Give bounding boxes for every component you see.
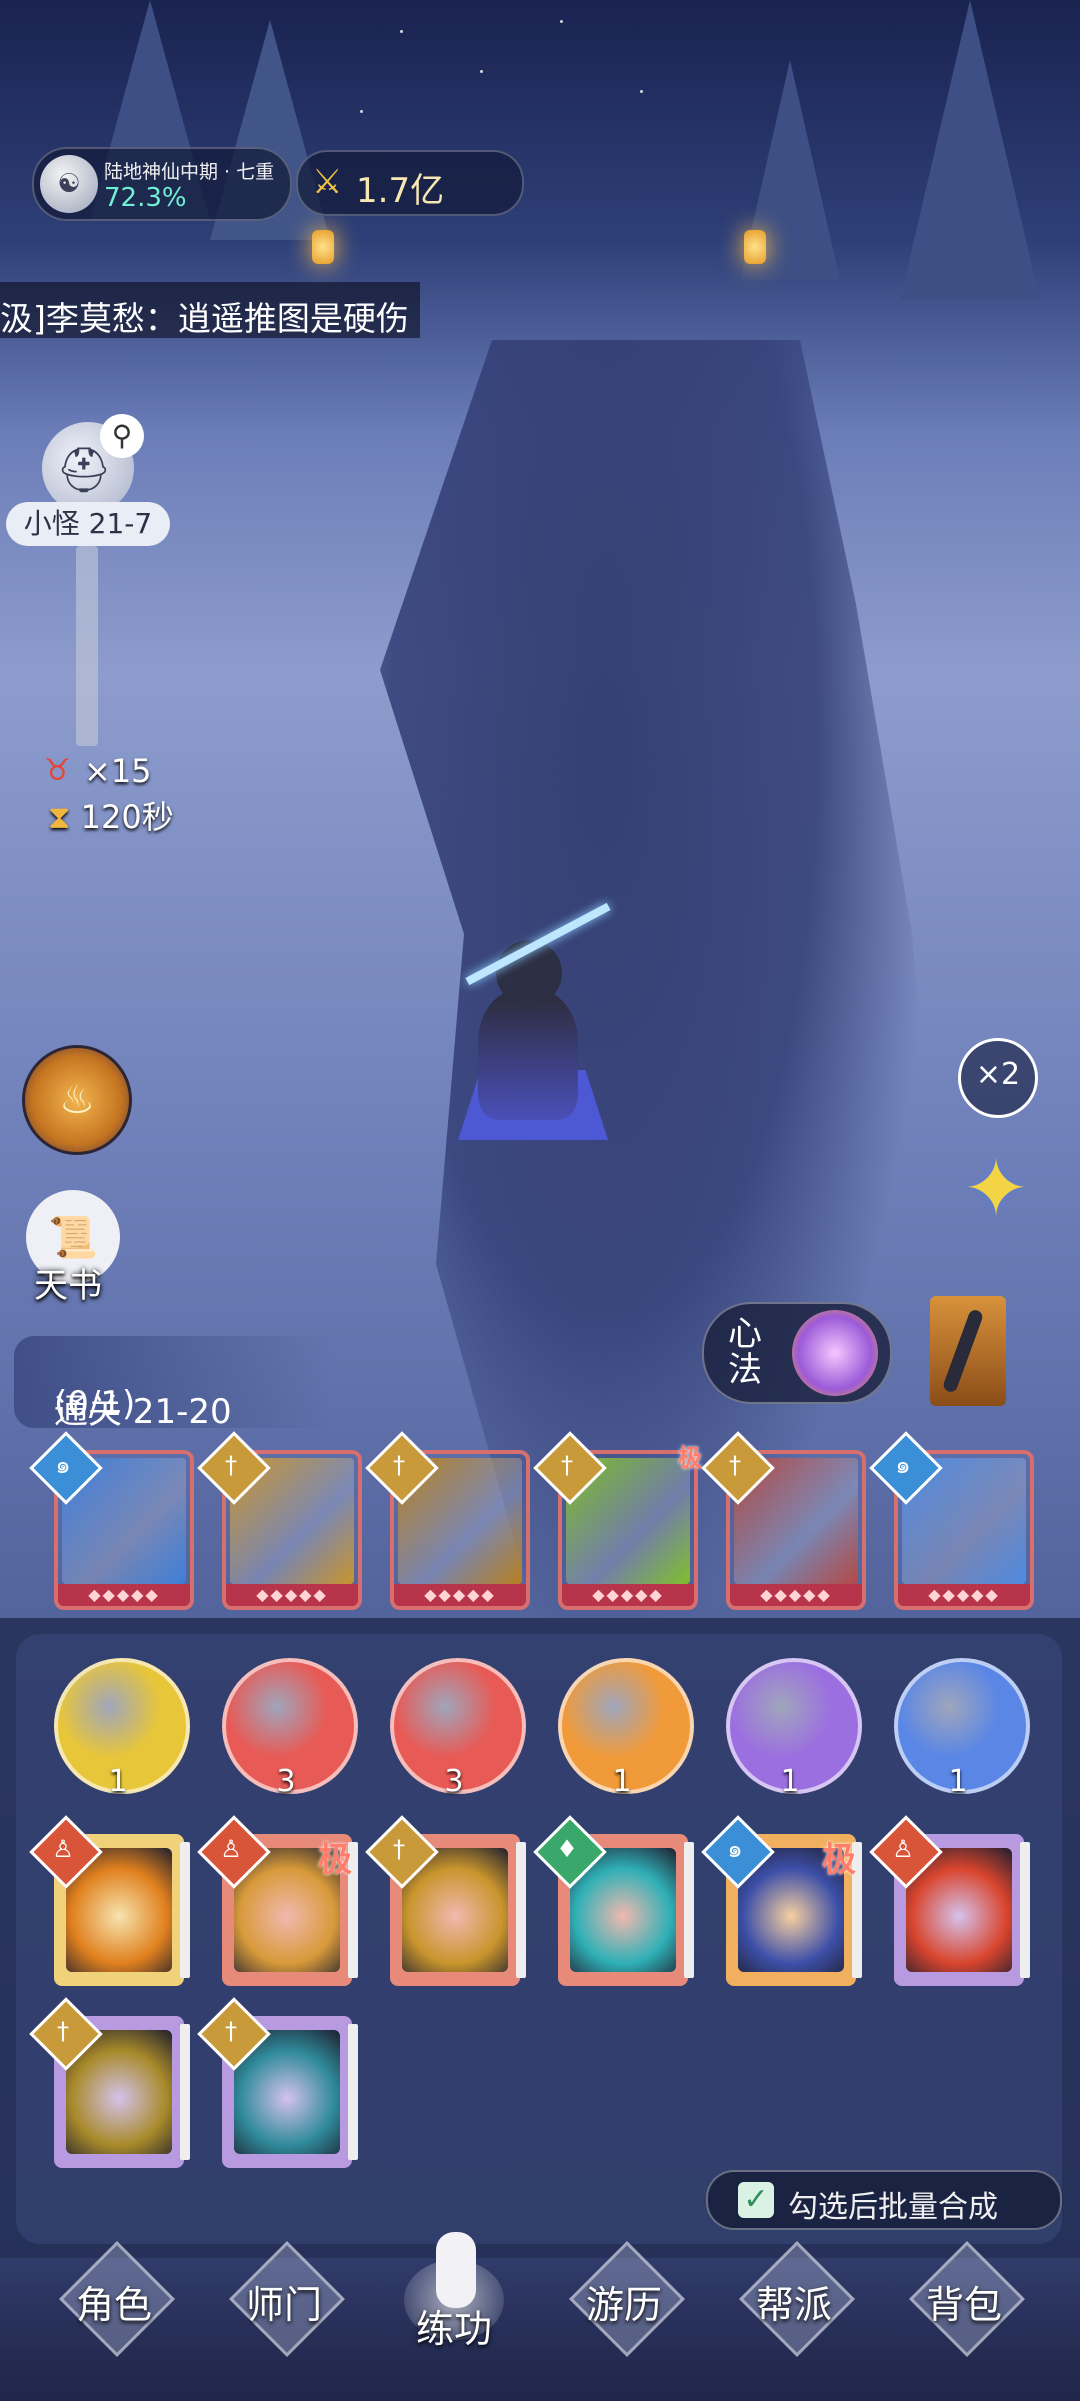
star [400,30,403,33]
wave-progress-track [76,546,98,746]
blade-icon [941,1308,985,1394]
orb-count: 1 [612,1764,632,1799]
spiral-glyph: ๑ [895,1451,911,1479]
pine-tree [900,0,1040,300]
nav-label: 背包 [925,2283,1002,2327]
xinfa-button[interactable]: 心法 [702,1302,892,1404]
orb-count: 1 [948,1764,968,1799]
sword-glyph: † [729,1451,741,1479]
sword-glyph: † [57,2017,69,2045]
skill-stars: ◆◆◆◆◆ [730,1584,862,1606]
star [560,20,563,23]
nav-label: 游历 [585,2283,662,2327]
scroll-icon: 📜 [48,1214,98,1261]
batch-merge-label: 勾选后批量合成 [788,2190,998,2225]
skill-stars: ◆◆◆◆◆ [226,1584,358,1606]
hourglass-icon: ⧗ [48,798,71,836]
immortal-avatar-icon: ☯ [40,155,98,213]
training-post-icon [436,2232,476,2308]
player-character [448,902,616,1190]
skill-stars: ◆◆◆◆◆ [394,1584,526,1606]
nav-item-0[interactable]: 角色 [44,2241,184,2360]
spiral-glyph: ๑ [55,1451,71,1479]
sword-glyph: † [393,1835,405,1863]
meditate-glyph: ♙ [52,1835,74,1863]
nav-label: 帮派 [755,2283,832,2327]
chat-message: 汲]李莫愁：逍遥推图是硬伤 [0,299,409,338]
nav-label: 师门 [245,2283,322,2327]
weapon-slot-button[interactable] [930,1296,1006,1406]
book-pages [180,2024,190,2160]
orb-count: 1 [108,1764,128,1799]
time-left: 120秒 [80,798,174,836]
nav-item-4[interactable]: 帮派 [724,2241,864,2360]
checkbox-checked-icon[interactable]: ✓ [738,2182,774,2218]
combat-power-panel[interactable]: ⚔ 1.7亿 [296,150,524,216]
monster-stage-tag: 小怪 21-7 [6,502,170,546]
sword-glyph: † [225,2017,237,2045]
book-pages [180,1842,190,1978]
kill-count: ×15 [84,752,152,790]
star [480,70,483,73]
book-pages [348,2024,358,2160]
book-pages [684,1842,694,1978]
speed-toggle-button[interactable]: ×2 [958,1038,1038,1118]
book-pages [1020,1842,1030,1978]
star [360,110,363,113]
skill-stars: ◆◆◆◆◆ [58,1584,190,1606]
book-pages [516,1842,526,1978]
skill-stars: ◆◆◆◆◆ [898,1584,1030,1606]
sword-glyph: † [561,1451,573,1479]
orb-count: 3 [444,1764,464,1799]
stage-clear-bar[interactable]: 通关 21-20 (0/1) [14,1336,334,1432]
stage-clear-progress: (0/1) [54,1384,136,1424]
sword-glyph: † [393,1451,405,1479]
nav-label: 练功 [415,2307,492,2351]
chat-ticker[interactable]: 汲]李莫愁：逍遥推图是硬伤 [0,282,420,338]
batch-merge-toggle[interactable]: ✓ 勾选后批量合成 [706,2170,1062,2230]
realm-progress: 72.3% [104,183,187,213]
leaf-glyph: ♦ [556,1835,578,1863]
combat-power-value: 1.7亿 [356,171,445,211]
monster-search-button[interactable]: ⛑ ⚲ [42,414,144,514]
loot-bag-button[interactable]: ♨ [22,1045,132,1155]
lantern [744,230,766,264]
realm-panel[interactable]: ☯ 陆地神仙中期 · 七重 72.3% [32,147,292,221]
nav-item-3[interactable]: 游历 [554,2241,694,2360]
nav-item-5[interactable]: 背包 [894,2241,1034,2360]
orb-count: 1 [780,1764,800,1799]
xinfa-label: 心法 [728,1314,762,1390]
nav-item-1[interactable]: 师门 [214,2241,354,2360]
money-bag-icon: ♨ [59,1077,95,1123]
character-body [478,990,578,1120]
bull-head-icon: ♉ [44,753,71,788]
star [640,90,643,93]
lantern [312,230,334,264]
crossed-swords-icon: ⚔ [312,162,343,202]
spiral-glyph: ๑ [727,1835,743,1863]
star-gem-icon: ✦ [962,1141,1030,1235]
star-gem-button[interactable]: ✦ [946,1138,1046,1238]
helmet-icon: ⛑ [56,445,112,496]
skill-stars: ◆◆◆◆◆ [562,1584,694,1606]
time-row: ⧗ 120秒 [48,792,174,838]
extreme-mark: 极 [318,1840,352,1880]
meditate-glyph: ♙ [220,1835,242,1863]
search-icon: ⚲ [100,414,144,458]
heavenly-book-label: 天书 [34,1266,102,1306]
monster-stage-label: 小怪 21-7 [23,507,153,540]
nav-label: 角色 [75,2283,152,2327]
meditate-glyph: ♙ [892,1835,914,1863]
realm-name: 陆地神仙中期 · 七重 [104,161,275,183]
sword-glyph: † [225,1451,237,1479]
nav-item-2[interactable]: 练功 [384,2232,524,2360]
orb-count: 3 [276,1764,296,1799]
xinfa-orb-icon [792,1310,878,1396]
extreme-mark: 极 [822,1840,856,1880]
extreme-mark: 极 [678,1444,702,1472]
